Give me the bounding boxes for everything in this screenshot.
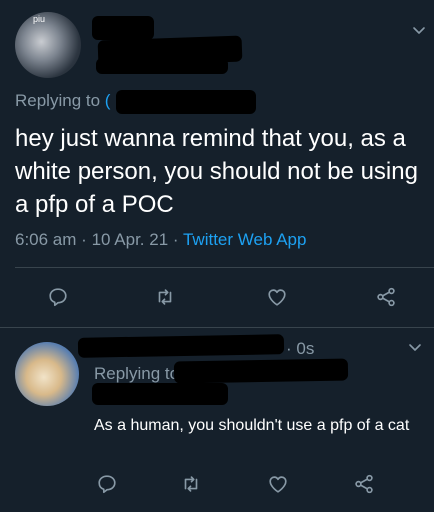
avatar[interactable]: piu [15,12,81,78]
share-button[interactable] [350,470,378,498]
tweet-date: 10 Apr. 21 [91,230,169,249]
chevron-down-icon[interactable] [408,341,422,355]
chevron-down-icon[interactable] [412,24,426,38]
tweet-meta: 6:06 am · 10 Apr. 21 · Twitter Web App [15,230,306,250]
divider [15,267,434,268]
redacted-reply-handle-2 [92,383,228,405]
reply-icon [98,475,116,494]
tweet-text: As a human, you shouldn't use a pfp of a… [94,417,410,434]
redacted-name [92,16,154,40]
replying-to: Replying to ( [15,91,110,111]
like-button[interactable] [264,470,292,498]
retweet-button[interactable] [151,283,179,311]
retweet-button[interactable] [177,470,205,498]
reply-time: · 0s [286,339,315,358]
divider [0,327,434,328]
like-icon [269,476,287,493]
share-button[interactable] [372,283,400,311]
replying-to: Replying to [94,364,180,383]
meta-sep: · [172,230,179,249]
share-icon [355,474,373,494]
redacted-extra [96,58,228,74]
replying-label: Replying to [15,91,101,110]
redacted-reply-handle [116,90,256,114]
reply-button[interactable] [93,470,121,498]
redacted-reply-handle [173,358,349,384]
avatar-label: piu [33,14,46,24]
reply-button[interactable] [44,283,72,311]
retweet-icon [158,289,172,305]
like-button[interactable] [263,283,291,311]
replying-handle[interactable]: ( [105,91,111,110]
tweet-source[interactable]: Twitter Web App [183,230,306,249]
tweet-text: hey just wanna remind that you, as a whi… [15,125,418,218]
avatar[interactable] [15,342,79,406]
retweet-icon [184,476,198,492]
tweet-time: 6:06 am [15,230,77,249]
redacted-name [77,334,285,358]
reply-icon [49,288,67,307]
meta-sep: · [81,230,87,249]
like-icon [268,289,286,306]
share-icon [377,287,395,307]
